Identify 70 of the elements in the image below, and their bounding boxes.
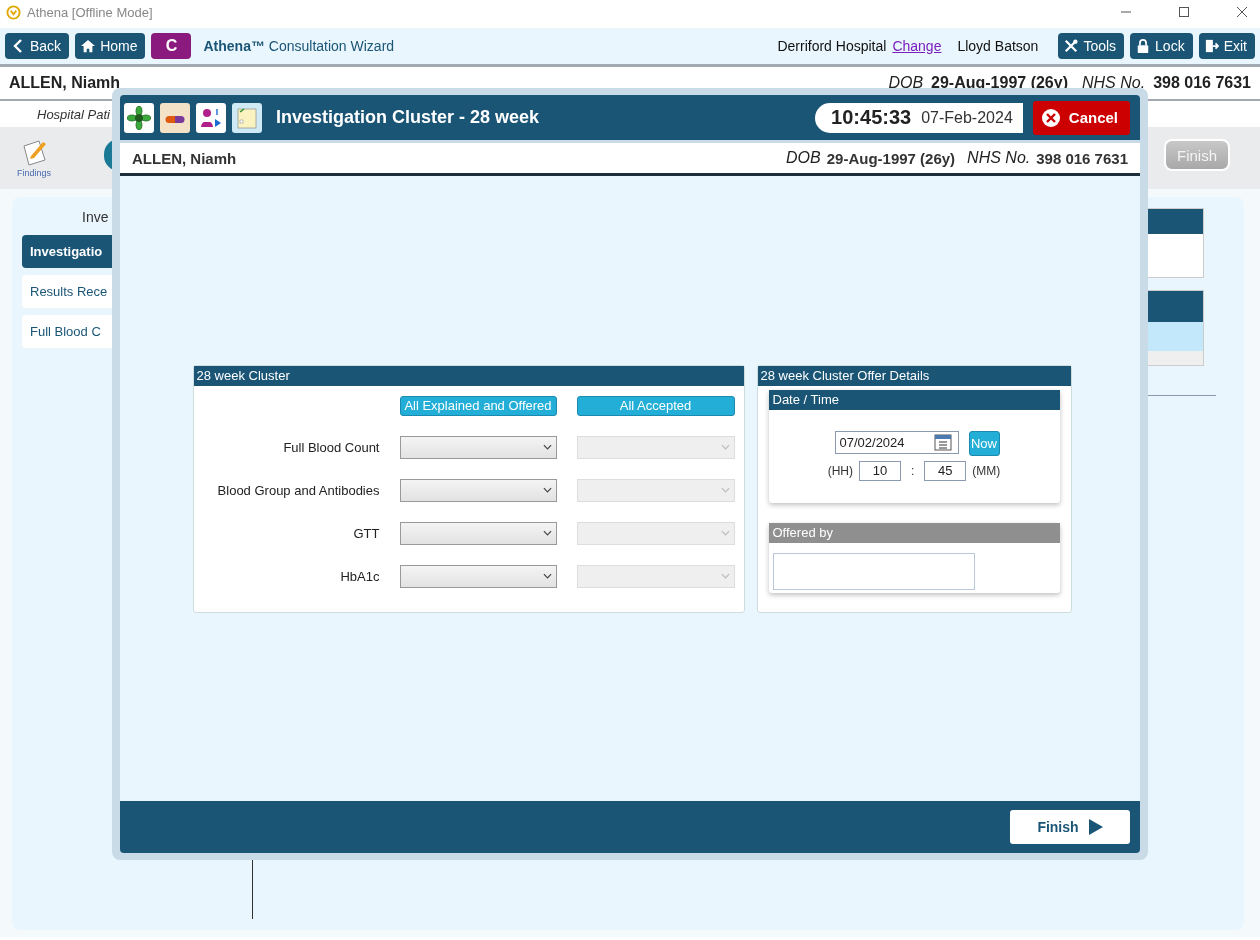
panel-header: 28 week Cluster: [193, 365, 744, 386]
back-button[interactable]: Back: [5, 33, 70, 59]
nhs-label: NHS No.: [967, 149, 1031, 167]
calendar-icon[interactable]: [933, 433, 952, 451]
findings-button[interactable]: Findings: [16, 138, 52, 178]
exit-button[interactable]: Exit: [1198, 33, 1255, 59]
mode-badge[interactable]: C: [151, 33, 192, 59]
maximize-icon[interactable]: [1178, 6, 1190, 18]
dropdown[interactable]: [399, 435, 557, 459]
dropdown[interactable]: [399, 564, 557, 588]
clock-date: 07-Feb-2024: [921, 108, 1013, 127]
tools-button[interactable]: Tools: [1058, 33, 1125, 59]
test-label: Blood Group and Antibodies: [216, 482, 380, 498]
chevron-left-icon: [11, 39, 25, 53]
user-name: Lloyd Batson: [957, 38, 1039, 54]
caret-icon: [720, 530, 730, 536]
dob-label: DOB: [888, 74, 924, 92]
caret-icon: [542, 487, 552, 493]
test-label: GTT: [352, 525, 380, 541]
home-icon: [81, 39, 96, 53]
hours-field[interactable]: 10: [859, 460, 901, 481]
nhs-label: NHS No.: [1082, 74, 1146, 92]
app-title: Athena™ Consultation Wizard: [203, 38, 395, 54]
offered-by-field[interactable]: [772, 552, 975, 590]
close-circle-icon: [1040, 107, 1061, 128]
note-icon[interactable]: [232, 102, 262, 133]
dob-value: 29-Aug-1997 (26y): [826, 149, 956, 167]
tools-icon: [1064, 39, 1079, 53]
lock-icon: [1136, 39, 1151, 53]
app-logo-icon: [6, 4, 21, 20]
minutes-field[interactable]: 45: [924, 460, 967, 481]
person-queue-icon[interactable]: [196, 102, 226, 133]
clock-time: 10:45:33: [831, 106, 912, 129]
hospital-name: Derriford Hospital: [777, 38, 887, 54]
cancel-button[interactable]: Cancel: [1032, 100, 1130, 135]
caret-icon: [720, 573, 730, 579]
sidebar-heading: Inve: [81, 209, 110, 225]
nhs-value: 398 016 7631: [1036, 149, 1128, 167]
dialog-title: Investigation Cluster - 28 week: [276, 107, 540, 128]
capsule-icon[interactable]: [160, 102, 190, 133]
home-button[interactable]: Home: [75, 33, 146, 59]
dropdown[interactable]: [399, 478, 557, 502]
caret-icon: [720, 487, 730, 493]
time-separator: :: [911, 463, 915, 478]
caret-icon: [542, 444, 552, 450]
exit-door-icon: [1204, 39, 1219, 53]
date-field[interactable]: 07/02/2024: [834, 430, 959, 454]
minutes-label: (MM): [972, 463, 1001, 478]
caret-icon: [542, 573, 552, 579]
subheader-text: Hospital Pati: [37, 106, 110, 122]
play-icon: [1088, 819, 1103, 835]
card-header: Offered by: [768, 522, 1060, 543]
lock-button[interactable]: Lock: [1130, 33, 1193, 59]
caret-icon: [542, 530, 552, 536]
hours-label: (HH): [827, 463, 853, 478]
card-header: Date / Time: [768, 389, 1060, 410]
change-link[interactable]: Change: [892, 38, 942, 54]
patient-name: ALLEN, Niamh: [132, 149, 237, 167]
panel-header: 28 week Cluster Offer Details: [757, 365, 1071, 386]
close-icon[interactable]: [1236, 6, 1248, 18]
finish-button[interactable]: Finish: [1010, 810, 1130, 844]
patient-name: ALLEN, Niamh: [9, 74, 121, 92]
caret-icon: [720, 444, 730, 450]
test-label: HbA1c: [339, 568, 380, 584]
test-label: Full Blood Count: [282, 439, 380, 455]
window-title: Athena [Offline Mode]: [27, 4, 153, 20]
nhs-value: 398 016 7631: [1153, 74, 1251, 92]
dob-label: DOB: [786, 149, 821, 167]
flower-icon[interactable]: [124, 102, 154, 133]
dropdown[interactable]: [399, 521, 557, 545]
